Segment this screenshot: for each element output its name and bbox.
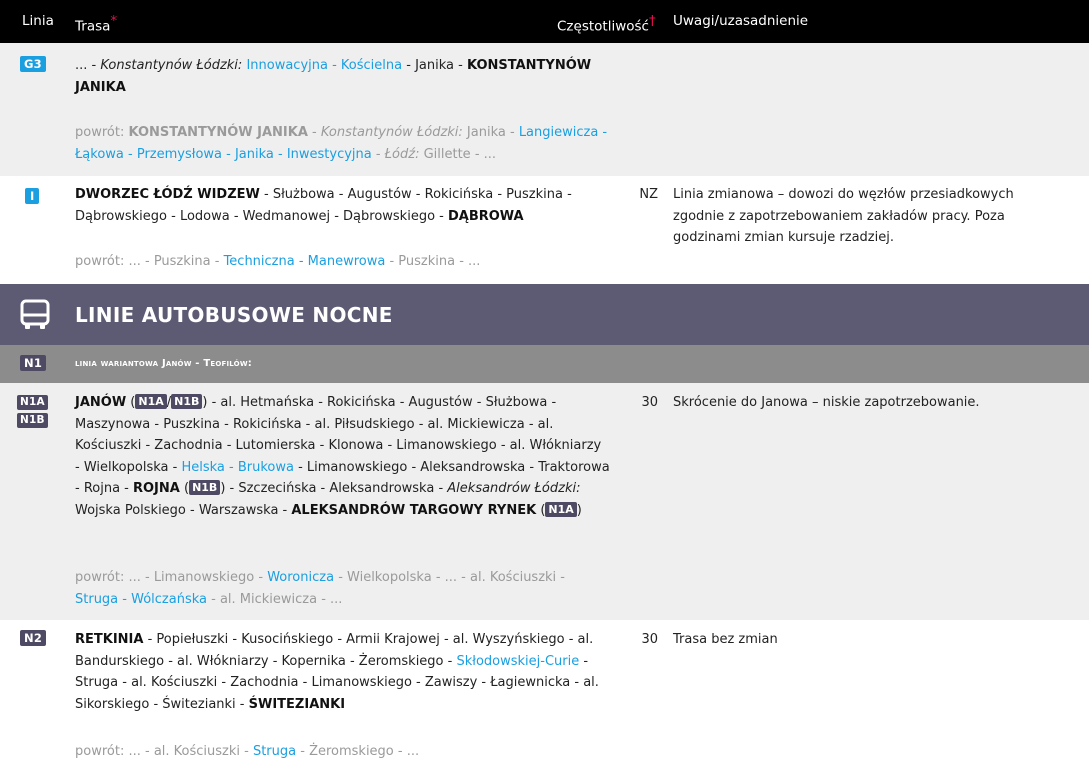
return-segment: powrót: ... - al. Kościuszki - [75, 744, 253, 759]
header-trasa: Trasa* [75, 13, 117, 35]
route-town-label: Aleksandrów Łódzki: [447, 481, 581, 496]
header-czestotliwosc-label: Częstotliwość [557, 18, 649, 35]
route-terminus: DĄBROWA [447, 208, 524, 224]
return-segment: - [307, 125, 321, 140]
return-route-text: powrót: ... - al. Kościuszki - Struga - … [75, 741, 610, 763]
return-segment: powrót: ... - Limanowskiego - [75, 570, 268, 585]
route-segment: ... - [75, 58, 101, 73]
route-segment: - Janika - [402, 58, 467, 73]
header-linia: Linia [22, 13, 54, 29]
return-route-text: powrót: ... - Puszkina - Techniczna - Ma… [75, 251, 610, 273]
inline-badge-n1b: N1B [171, 394, 203, 409]
line-badge-n1: N1 [20, 355, 47, 371]
header-czestotliwosc-mark: † [648, 13, 656, 29]
route-new-streets: Helska - Brukowa [181, 459, 294, 475]
header-uwagi: Uwagi/uzasadnienie [673, 13, 809, 29]
return-town-label: Łódź: [384, 146, 420, 162]
route-segment: ( [536, 502, 546, 518]
line-badge-n2: N2 [20, 630, 47, 646]
frequency-cell: 30 [641, 632, 658, 647]
line-cell: N2 [20, 630, 47, 646]
bus-icon [20, 299, 50, 329]
line-badge-g3: G3 [20, 56, 46, 72]
return-new-streets: Struga - Wólczańska [75, 591, 207, 607]
route-town-label: Konstantynów Łódzki: [100, 58, 243, 73]
return-segment: powrót: ... - Puszkina - [75, 254, 224, 269]
route-text: JANÓW (N1A / N1B) - al. Hetmańska - Rokici… [75, 392, 610, 521]
remarks-cell: Linia zmianowa – dowozi do węzłów przesi… [673, 187, 1014, 245]
subsection-header-n1: N1 linia wariantowa Janów - Teofilów: [0, 345, 1089, 383]
table-row-i: I DWORZEC ŁÓDŹ WIDZEW - Służbowa - Augus… [0, 176, 1089, 284]
return-segment: - al. Mickiewicza - ... [206, 591, 343, 607]
route-segment: ) [576, 502, 582, 518]
return-route-text: powrót: KONSTANTYNÓW JANIKA - Konstantyn… [75, 122, 610, 165]
route-terminus: ALEKSANDRÓW TARGOWY RYNEK [291, 502, 537, 518]
return-segment: - [371, 146, 385, 162]
frequency-cell: NZ [639, 187, 658, 202]
return-segment: Gillette - ... [419, 146, 497, 162]
table-header: Linia Trasa* Częstotliwość† Uwagi/uzasad… [0, 0, 1089, 43]
return-segment: - Puszkina - ... [385, 254, 481, 269]
inline-badge-n1a: N1A [135, 394, 167, 409]
route-text: DWORZEC ŁÓDŹ WIDZEW - Służbowa - Augustó… [75, 184, 610, 227]
route-segment: ( [179, 481, 190, 496]
route-segment: Wojska Polskiego - Warszawska - [75, 502, 292, 518]
route-new-streets: Skłodowskiej-Curie [456, 653, 580, 669]
line-cell: N1A N1B [17, 395, 48, 428]
subsection-title: linia wariantowa Janów - Teofilów: [75, 358, 252, 369]
route-terminus: DWORZEC ŁÓDŹ WIDZEW [75, 187, 260, 202]
page: { "header": { "linia": "Linia", "trasa":… [0, 0, 1089, 780]
route-terminus: JANÓW [75, 395, 127, 410]
line-cell: I [25, 188, 40, 204]
remarks-cell: Trasa bez zmian [673, 632, 778, 647]
route-terminus: ŚWITEZIANKI [248, 696, 346, 712]
return-segment: - Wielkopolska - ... - al. Kościuszki - [334, 570, 565, 585]
section-header-night-buses: LINIE AUTOBUSOWE NOCNE [0, 284, 1089, 345]
line-badge-n1a: N1A [17, 395, 48, 410]
table-row-g3: G3 ... - Konstantynów Łódzki: Innowacyjn… [0, 43, 1089, 176]
header-czestotliwosc: Częstotliwość† [557, 13, 656, 35]
route-text: ... - Konstantynów Łódzki: Innowacyjna -… [75, 55, 610, 98]
section-title: LINIE AUTOBUSOWE NOCNE [75, 303, 393, 327]
route-segment: ) - Szczecińska - Aleksandrowska - [220, 481, 448, 496]
return-route-text: powrót: ... - Limanowskiego - Woronicza … [75, 567, 610, 610]
table-row-n2: N2 RETKINIA - Popiełuszki - Kusocińskieg… [0, 620, 1089, 780]
line-badge-i: I [25, 188, 40, 204]
route-text: RETKINIA - Popiełuszki - Kusocińskiego -… [75, 629, 610, 715]
return-segment: Janika - [462, 125, 519, 140]
route-new-streets: Innowacyjna - Kościelna [246, 58, 403, 73]
return-new-streets: Woronicza [267, 570, 335, 585]
table-row-n1a-n1b: N1A N1B JANÓW (N1A / N1B) - al. Hetmańska … [0, 383, 1089, 620]
route-segment: ( [126, 395, 136, 410]
frequency-cell: 30 [641, 395, 658, 410]
inline-badge-n1b: N1B [189, 480, 221, 495]
remarks-cell: Skrócenie do Janowa – niskie zapotrzebow… [673, 395, 980, 410]
return-segment: powrót: [75, 125, 129, 140]
return-segment: - Żeromskiego - ... [296, 744, 420, 759]
return-new-streets: Struga [252, 744, 297, 759]
inline-badge-n1a: N1A [545, 501, 577, 517]
header-trasa-label: Trasa [75, 18, 111, 35]
line-cell: G3 [20, 56, 46, 72]
return-terminus: KONSTANTYNÓW JANIKA [128, 125, 308, 140]
route-terminus: ROJNA [133, 481, 180, 496]
route-terminus: RETKINIA [75, 632, 144, 647]
return-new-streets: Techniczna - Manewrowa [223, 254, 386, 269]
line-badge-n1b: N1B [17, 413, 48, 428]
header-trasa-mark: * [110, 13, 118, 29]
return-town-label: Konstantynów Łódzki: [320, 125, 463, 140]
